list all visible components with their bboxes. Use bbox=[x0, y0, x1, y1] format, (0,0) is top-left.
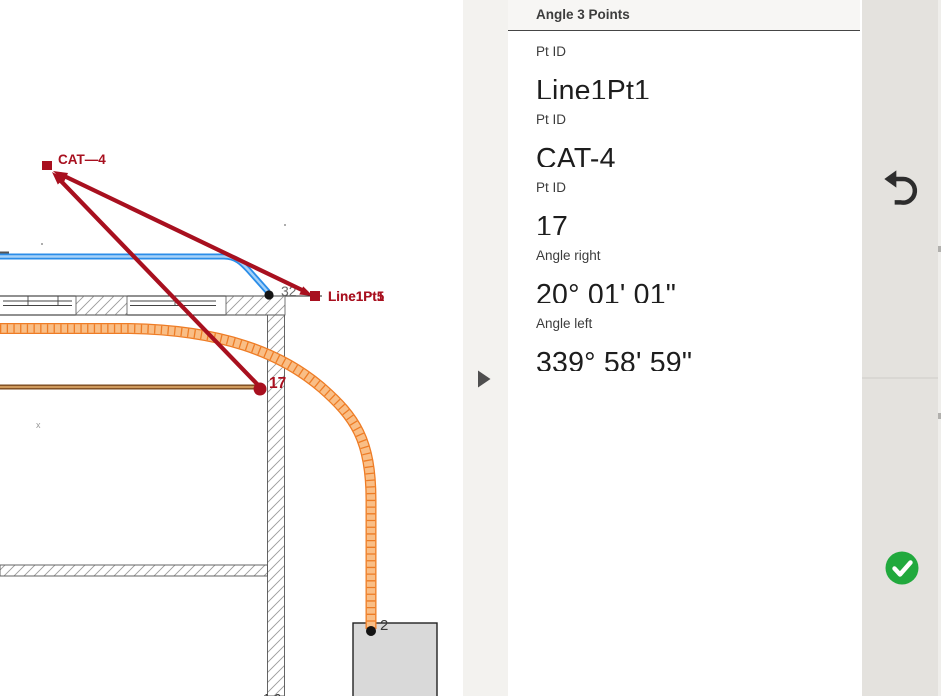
point-2-marker[interactable] bbox=[366, 626, 376, 636]
panel-edge-strip bbox=[463, 0, 508, 696]
point-cat4-label: CAT—4 bbox=[58, 152, 106, 167]
confirm-button[interactable] bbox=[884, 550, 920, 586]
field-value-angle-left[interactable]: 339° 58' 59" bbox=[536, 349, 860, 371]
field-label: Pt ID bbox=[536, 179, 860, 197]
field-pt-id-2: Pt ID CAT-4 bbox=[508, 111, 860, 167]
point-2-label: 2 bbox=[380, 617, 388, 634]
undo-icon bbox=[882, 168, 922, 208]
field-value-angle-right[interactable]: 20° 01' 01" bbox=[536, 281, 860, 303]
field-label: Angle left bbox=[536, 315, 860, 333]
point-line1pt5-label: Line1Pt5 bbox=[328, 289, 385, 304]
field-pt-id-3: Pt ID 17 bbox=[508, 179, 860, 235]
panel-title: Angle 3 Points bbox=[508, 0, 860, 31]
blue-utility-line bbox=[0, 257, 268, 293]
right-triangle-icon bbox=[476, 369, 492, 389]
orange-cable bbox=[0, 329, 371, 630]
field-value-pt-id-1[interactable]: Line1Pt1 bbox=[536, 77, 860, 99]
point-17-marker[interactable] bbox=[254, 383, 267, 396]
application-window: 32 CAT—4 bbox=[0, 0, 941, 696]
dimension-label: 1.6 bbox=[263, 691, 281, 696]
sidebar-divider bbox=[862, 377, 941, 379]
panel-title-text: Angle 3 Points bbox=[536, 7, 630, 22]
drawing-canvas[interactable]: 32 CAT—4 bbox=[0, 0, 463, 696]
gray-structure-box bbox=[353, 623, 437, 696]
x-mark: x bbox=[36, 420, 41, 430]
field-value-pt-id-3[interactable]: 17 bbox=[536, 213, 860, 235]
point-17-label: 17 bbox=[269, 375, 286, 392]
point-32-marker[interactable] bbox=[264, 290, 273, 299]
canvas-specks bbox=[0, 224, 286, 253]
point-cat4-marker[interactable] bbox=[42, 161, 52, 170]
expand-panel-handle[interactable] bbox=[476, 369, 492, 389]
angle-3-points-panel: Angle 3 Points Pt ID Line1Pt1 Pt ID CAT-… bbox=[508, 0, 860, 696]
field-angle-left: Angle left 339° 58' 59" bbox=[508, 315, 860, 371]
field-value-pt-id-2[interactable]: CAT-4 bbox=[536, 145, 860, 167]
action-sidebar bbox=[860, 0, 941, 696]
field-label: Pt ID bbox=[536, 43, 860, 61]
field-label: Pt ID bbox=[536, 111, 860, 129]
field-angle-right: Angle right 20° 01' 01" bbox=[508, 247, 860, 303]
undo-button[interactable] bbox=[882, 168, 922, 208]
green-check-icon bbox=[884, 550, 920, 586]
field-pt-id-1: Pt ID Line1Pt1 bbox=[508, 43, 860, 99]
field-label: Angle right bbox=[536, 247, 860, 265]
point-line1pt-marker[interactable] bbox=[310, 291, 320, 301]
